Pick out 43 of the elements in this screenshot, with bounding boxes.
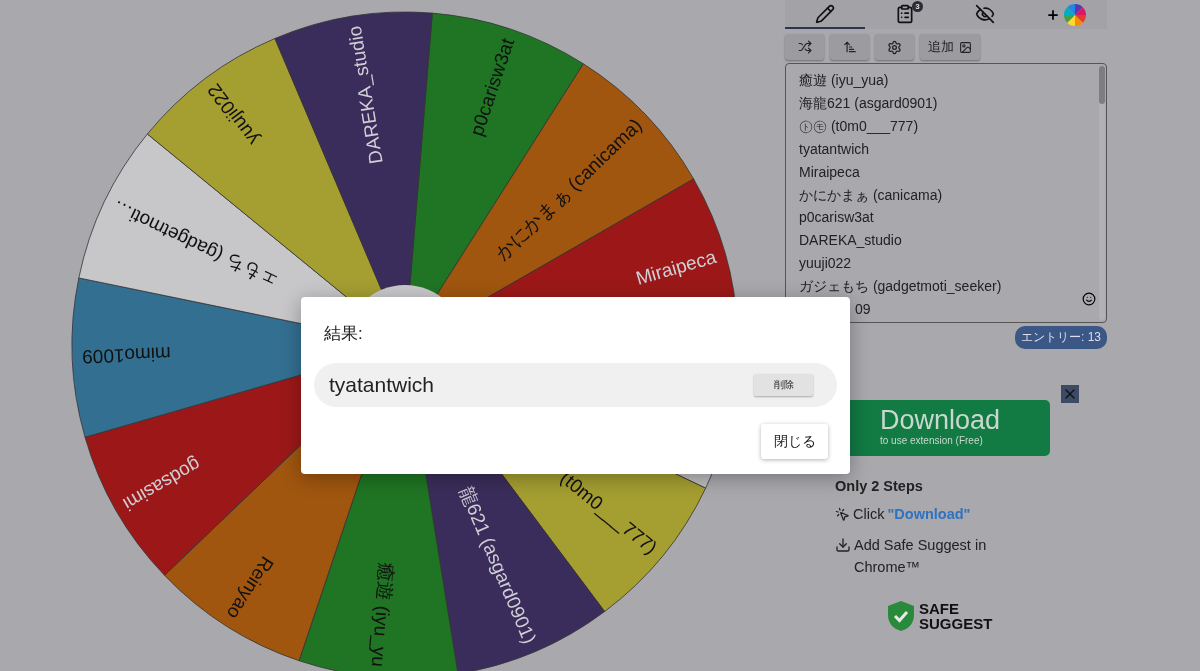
steps-heading: Only 2 Steps [835, 478, 924, 494]
entry-line: 09 [854, 300, 871, 320]
entry-line: Miraipeca [799, 162, 860, 182]
shield-check-icon [887, 600, 915, 632]
wheel-label: Miraipeca [633, 246, 719, 289]
settings-button[interactable] [875, 34, 914, 60]
add-image-button[interactable]: 追加 [920, 34, 980, 60]
step-text: Add Safe Suggest in Chrome™ [854, 536, 988, 577]
entry-line: ガジェもち (gadgetmoti_seeker) [799, 277, 1002, 297]
shuffle-button[interactable] [785, 34, 824, 60]
download-icon [835, 537, 851, 553]
pencil-icon [815, 3, 835, 24]
sort-icon [842, 40, 857, 54]
scrollbar[interactable] [1099, 66, 1105, 320]
entry-line: p0carisw3at [799, 208, 874, 228]
dialog-title: 結果: [324, 323, 364, 345]
sort-button[interactable] [830, 34, 869, 60]
entry-line: DAREKA_studio [799, 231, 902, 251]
entry-line: かにかまぁ (canicama) [799, 185, 943, 205]
step-text: Click [853, 505, 885, 524]
entry-line: tyatantwich [799, 139, 870, 159]
settings-icon [887, 39, 902, 55]
plus-icon [1046, 7, 1060, 22]
eye-off-icon [975, 3, 995, 24]
entry-line: 癒遊 (iyu_yua) [799, 71, 889, 90]
count-badge: 3 [912, 1, 923, 12]
image-icon [959, 40, 972, 54]
entry-count-badge: エントリー: 13 [1015, 326, 1107, 349]
entry-line: 海龍621 (asgard0901) [799, 93, 938, 113]
entry-line: yuuji022 [799, 254, 852, 274]
pointer-click-icon [835, 507, 850, 522]
entry-line: ㋣㋲ (t0m0___777) [799, 116, 919, 136]
color-wheel-icon [1064, 3, 1086, 26]
clipboard-icon [895, 3, 915, 24]
delete-button[interactable]: 削除 [754, 374, 813, 396]
smiley-icon[interactable] [1082, 292, 1096, 306]
logo-text: SAFE [919, 601, 960, 616]
wheel-label: mimo1009 [81, 343, 172, 368]
result-text: tyatantwich [329, 373, 435, 397]
shuffle-icon [797, 40, 812, 54]
close-button[interactable]: 閉じる [761, 424, 828, 459]
wheel-label: 癒遊 (iyu_yu [367, 561, 398, 668]
logo-text: SUGGEST [919, 616, 993, 631]
